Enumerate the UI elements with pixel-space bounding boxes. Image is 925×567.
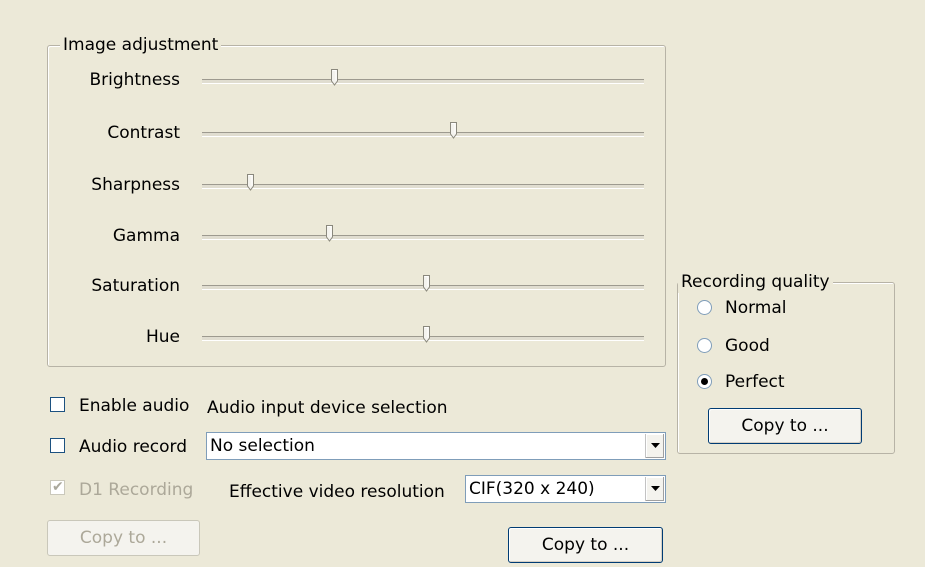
slider-thumb[interactable] bbox=[423, 326, 431, 343]
slider-thumb[interactable] bbox=[423, 275, 431, 292]
radio-selected-dot bbox=[701, 378, 708, 385]
copy-to-button-left[interactable]: Copy to ... bbox=[47, 520, 200, 556]
chevron-down-icon[interactable] bbox=[645, 434, 664, 458]
slider-label-gamma: Gamma bbox=[112, 226, 180, 246]
audio-record-label: Audio record bbox=[79, 437, 188, 457]
copy-to-button-center[interactable]: Copy to ... bbox=[508, 527, 663, 563]
image-adjustment-group: Image adjustment bbox=[47, 34, 666, 367]
slider-label-brightness: Brightness bbox=[89, 70, 180, 90]
radio-normal[interactable] bbox=[697, 300, 712, 315]
saturation-slider[interactable] bbox=[202, 275, 644, 292]
audio-device-select[interactable]: No selection bbox=[206, 432, 666, 460]
audio-device-selection-label: Audio input device selection bbox=[207, 398, 448, 418]
chevron-down-icon[interactable] bbox=[645, 477, 664, 501]
sharpness-slider[interactable] bbox=[202, 174, 644, 191]
image-adjustment-title: Image adjustment bbox=[60, 34, 222, 56]
checkmark-icon: ✔ bbox=[52, 479, 64, 495]
enable-audio-checkbox[interactable] bbox=[50, 397, 65, 412]
slider-thumb[interactable] bbox=[246, 174, 254, 191]
radio-label-perfect: Perfect bbox=[725, 372, 785, 392]
radio-good[interactable] bbox=[697, 338, 712, 353]
enable-audio-label: Enable audio bbox=[79, 396, 190, 416]
radio-perfect[interactable] bbox=[697, 374, 712, 389]
recording-quality-title: Recording quality bbox=[678, 271, 833, 293]
d1-recording-checkbox: ✔ bbox=[50, 479, 65, 495]
slider-thumb[interactable] bbox=[330, 69, 338, 86]
audio-record-checkbox[interactable] bbox=[50, 438, 65, 453]
radio-label-good: Good bbox=[725, 336, 770, 356]
slider-label-hue: Hue bbox=[145, 327, 180, 347]
brightness-slider[interactable] bbox=[202, 69, 644, 86]
effective-resolution-select[interactable]: CIF(320 x 240) bbox=[465, 475, 666, 503]
slider-label-contrast: Contrast bbox=[107, 123, 180, 143]
slider-thumb[interactable] bbox=[326, 225, 334, 242]
radio-label-normal: Normal bbox=[725, 298, 787, 318]
d1-recording-label: D1 Recording bbox=[79, 480, 194, 500]
effective-resolution-label: Effective video resolution bbox=[229, 482, 445, 502]
effective-resolution-select-value: CIF(320 x 240) bbox=[469, 479, 595, 499]
slider-label-saturation: Saturation bbox=[91, 276, 180, 296]
contrast-slider[interactable] bbox=[202, 122, 644, 139]
copy-to-button-quality[interactable]: Copy to ... bbox=[708, 408, 862, 444]
hue-slider[interactable] bbox=[202, 326, 644, 343]
slider-thumb[interactable] bbox=[449, 122, 457, 139]
audio-device-select-value: No selection bbox=[210, 436, 315, 456]
gamma-slider[interactable] bbox=[202, 225, 644, 242]
slider-label-sharpness: Sharpness bbox=[91, 175, 180, 195]
